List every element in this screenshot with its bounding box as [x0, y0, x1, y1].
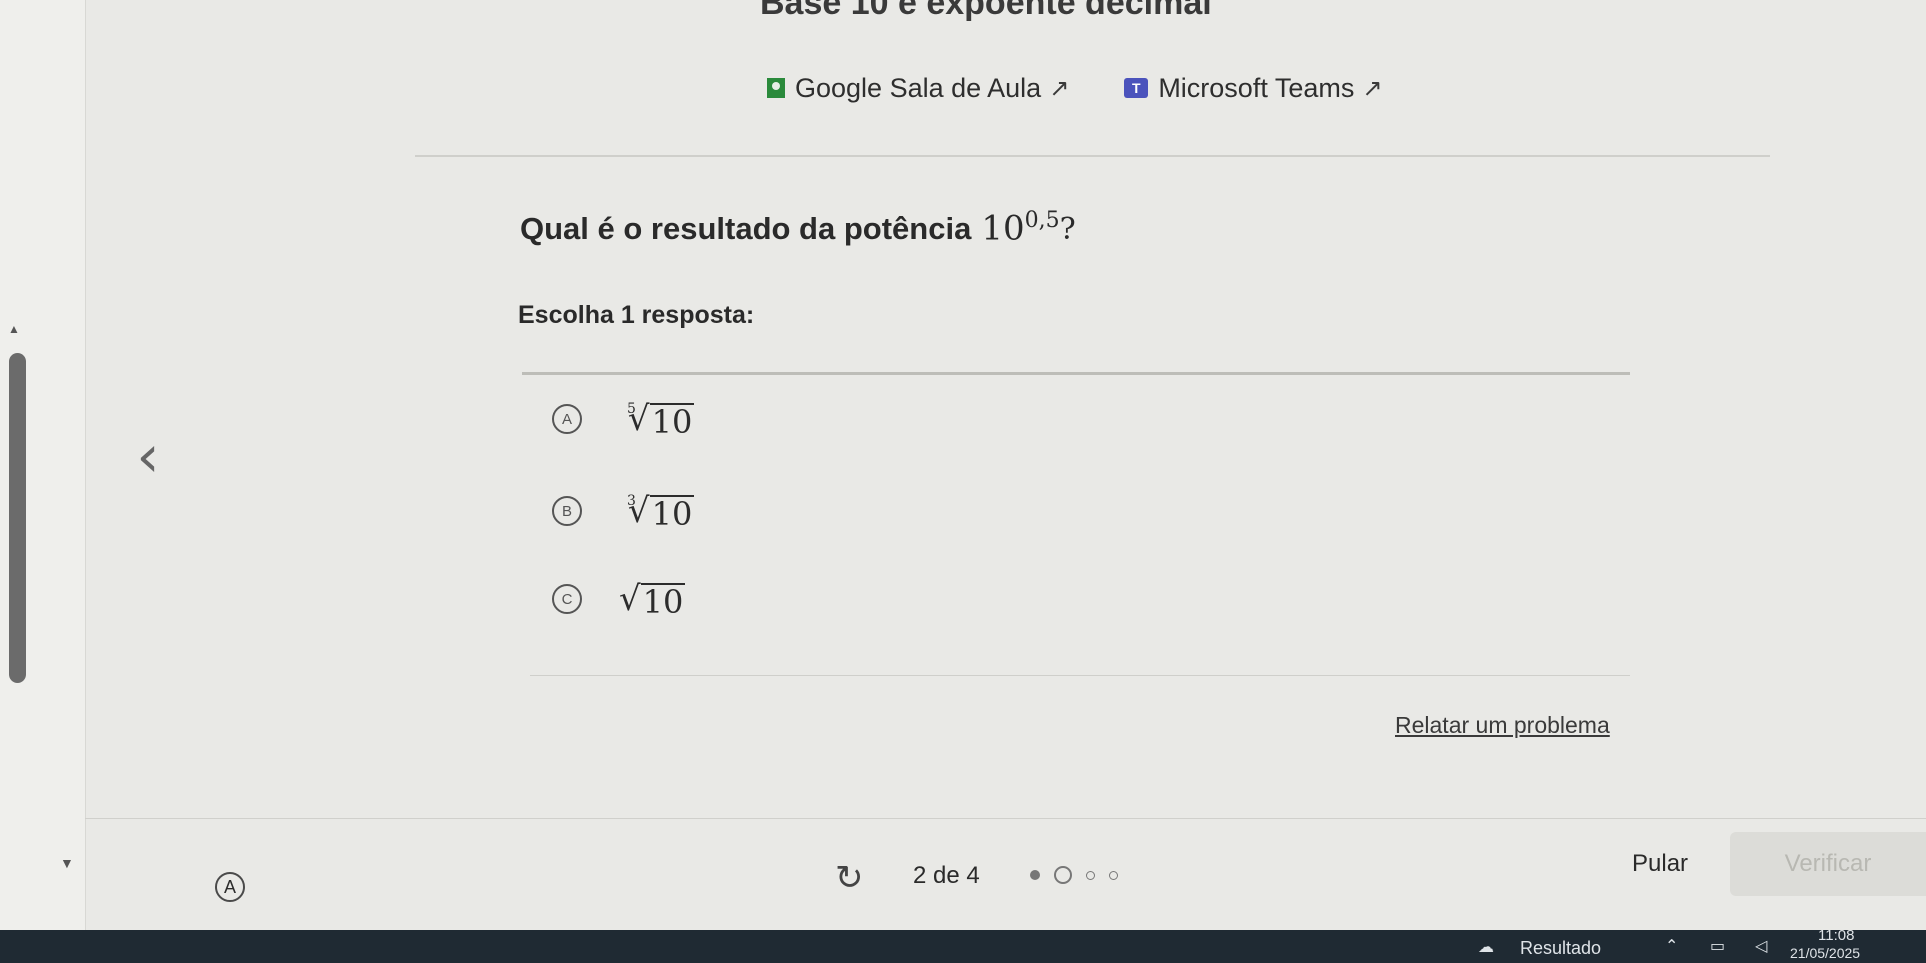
radicand: 10 — [649, 495, 695, 533]
taskbar-date[interactable]: 21/05/2025 — [1790, 945, 1860, 961]
radicand: 10 — [649, 403, 695, 441]
scroll-down-icon[interactable]: ▼ — [60, 855, 74, 871]
taskbar: ☁ Resultado ⌃ ▭ ◁ 11:08 21/05/2025 — [0, 927, 1926, 963]
question-expression: 100,5 — [981, 208, 1059, 248]
skip-button[interactable]: Pular — [1632, 850, 1688, 878]
page: ▲ ▼ ‹ Base 10 e expoente decimal Google … — [0, 0, 1926, 963]
power-base: 10 — [981, 208, 1025, 249]
progress-dot-pending — [1086, 870, 1095, 880]
microsoft-teams-icon: T — [1124, 78, 1149, 98]
answer-option-a[interactable]: A 5 √ 10 — [552, 393, 695, 445]
radical-icon: √ — [619, 579, 641, 619]
network-icon[interactable]: ▭ — [1710, 936, 1725, 955]
microsoft-teams-link[interactable]: T Microsoft Teams ↗ — [1124, 73, 1382, 104]
radicand: 10 — [640, 583, 686, 621]
google-classroom-label: Google Sala de Aula — [795, 72, 1042, 103]
question-mark: ? — [1059, 212, 1076, 248]
microsoft-teams-label: Microsoft Teams — [1158, 72, 1355, 103]
chevron-left-icon[interactable]: ‹ — [118, 416, 178, 496]
scrollbar-thumb[interactable] — [9, 353, 26, 683]
progress-dot-current — [1054, 866, 1072, 884]
avatar[interactable]: A — [215, 872, 245, 902]
progress-text: 2 de 4 — [913, 862, 980, 889]
option-letter-b: B — [552, 496, 582, 526]
verify-button[interactable]: Verificar — [1730, 832, 1926, 896]
side-panel: ▲ ▼ — [0, 0, 86, 930]
answer-instruction: Escolha 1 resposta: — [518, 301, 755, 329]
question-prompt: Qual é o resultado da potência 100,5 ? — [520, 208, 1076, 248]
external-link-icon: ↗ — [1049, 74, 1070, 102]
taskbar-time[interactable]: 11:08 — [1818, 927, 1854, 944]
divider — [415, 155, 1770, 157]
question-text: Qual é o resultado da potência — [520, 211, 972, 247]
divider — [530, 675, 1630, 676]
option-expression-c: √ 10 — [619, 579, 686, 621]
lesson-title: Base 10 e expoente decimal — [760, 0, 1212, 22]
google-classroom-icon — [767, 78, 785, 98]
answer-option-b[interactable]: B 3 √ 10 — [552, 485, 695, 537]
volume-icon[interactable]: ◁ — [1755, 936, 1767, 955]
answer-option-c[interactable]: C √ 10 — [552, 573, 686, 625]
progress-dots — [1030, 866, 1132, 884]
option-expression-a: 5 √ 10 — [627, 399, 695, 441]
google-classroom-link[interactable]: Google Sala de Aula ↗ — [767, 73, 1069, 104]
power-exponent: 0,5 — [1024, 208, 1060, 233]
weather-icon: ☁ — [1478, 937, 1494, 956]
footer-divider — [85, 818, 1926, 819]
scroll-up-icon[interactable]: ▲ — [8, 322, 20, 336]
retry-icon[interactable]: ↻ — [835, 858, 864, 898]
root-index: 3 — [627, 493, 636, 509]
external-link-icon: ↗ — [1362, 74, 1383, 102]
options-divider — [522, 372, 1630, 375]
progress-dot-pending — [1109, 870, 1118, 880]
progress-dot-done — [1030, 870, 1040, 880]
chevron-up-icon[interactable]: ⌃ — [1665, 936, 1678, 955]
root-index: 5 — [627, 401, 636, 417]
option-letter-a: A — [552, 404, 582, 434]
option-letter-c: C — [552, 584, 582, 614]
report-problem-link[interactable]: Relatar um problema — [1395, 712, 1610, 739]
option-expression-b: 3 √ 10 — [627, 491, 695, 533]
weather-label[interactable]: Resultado — [1520, 938, 1601, 959]
share-row: Google Sala de Aula ↗ T Microsoft Teams … — [767, 68, 1437, 108]
